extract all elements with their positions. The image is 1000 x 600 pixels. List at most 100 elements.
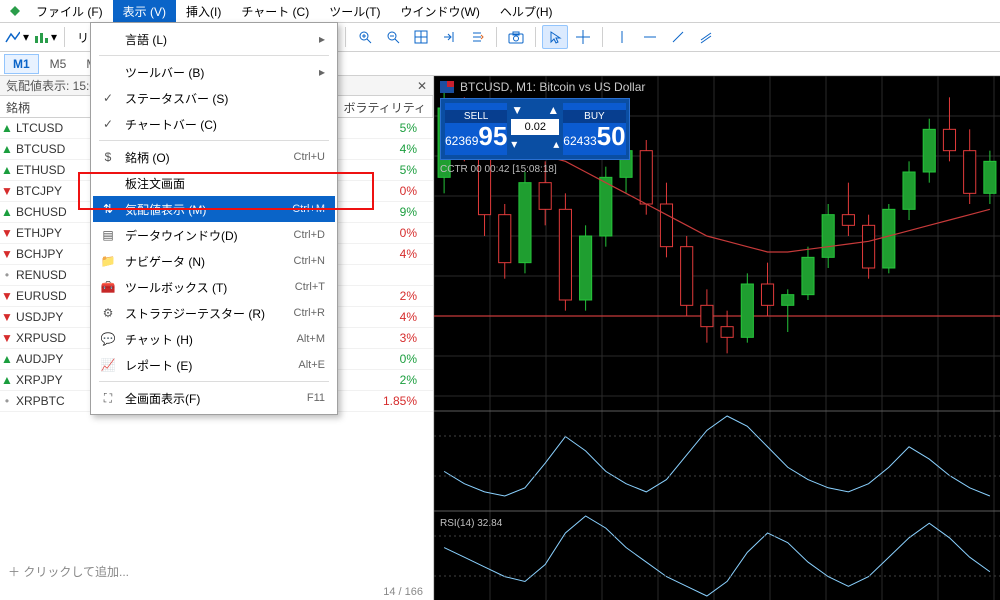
menu-item-label: 言語 (L) [125,31,311,48]
menu-f[interactable]: ファイル (F) [26,0,113,23]
direction-icon: • [0,268,14,282]
hline-icon[interactable] [637,25,663,49]
zoom-out-icon[interactable] [380,25,406,49]
vline-icon[interactable] [609,25,635,49]
cursor-icon[interactable] [542,25,568,49]
shortcut: Alt+M [297,333,325,345]
buy-button[interactable]: BUY 6243350 [563,103,625,155]
menu-item[interactable]: 💬 チャット (H) Alt+M [93,326,335,352]
direction-icon: ▼ [0,331,14,345]
menu-w[interactable]: ウインドウ(W) [391,0,490,23]
report-icon: 📈 [99,358,117,372]
timeframe-m1[interactable]: M1 [4,54,39,74]
sell-button[interactable]: SELL 6236995 [445,103,507,155]
menu-item-label: 気配値表示 (M) [125,201,284,218]
menu-item-label: ツールボックス (T) [125,279,287,296]
direction-icon: ▲ [0,163,14,177]
menu-item[interactable]: 🧰 ツールボックス (T) Ctrl+T [93,274,335,300]
direction-icon: ▲ [0,373,14,387]
menu-c[interactable]: チャート (C) [231,0,319,23]
svg-text:RSI(14) 32.84: RSI(14) 32.84 [440,518,503,529]
market-watch-title-text: 気配値表示: 15:0 [6,77,96,94]
shortcut: Ctrl+U [294,151,325,163]
direction-icon: ▼ [0,184,14,198]
direction-icon: ▼ [0,226,14,240]
direction-icon: ▼ [0,247,14,261]
submenu-arrow-icon: ▸ [319,32,325,46]
zoom-in-icon[interactable] [352,25,378,49]
chart-area[interactable]: BTCUSD, M1: Bitcoin vs US Dollar SELL 62… [434,76,1000,600]
shortcut: F11 [307,392,325,404]
menu-item[interactable]: ⇅ 気配値表示 (M) Ctrl+M [93,196,335,222]
direction-icon: ▲ [0,142,14,156]
direction-icon: ▼ [0,310,14,324]
shortcut: Alt+E [298,359,325,371]
line-chart-icon[interactable]: ▾ [4,25,30,49]
menu-item[interactable]: ✓ チャートバー (C) [93,111,335,137]
menu-item[interactable]: 📈 レポート (E) Alt+E [93,352,335,378]
menu-item[interactable]: ツールバー (B) ▸ [93,59,335,85]
app-icon [6,4,24,18]
chart-flag-icon [440,81,454,93]
menu-item[interactable]: 板注文画面 [93,170,335,196]
symbol-icon: $ [99,150,117,164]
camera-icon[interactable] [503,25,529,49]
add-symbol-row[interactable]: ＋ クリックして追加... [0,559,433,584]
menu-h[interactable]: ヘルプ(H) [490,0,563,23]
menu-v[interactable]: 表示 (V) [113,0,176,23]
menu-item-label: 銘柄 (O) [125,149,286,166]
shortcut: Ctrl+R [294,307,325,319]
crosshair-icon[interactable] [570,25,596,49]
close-icon[interactable]: ✕ [417,79,427,93]
direction-icon: • [0,394,14,408]
menu-item-label: ナビゲータ (N) [125,253,286,270]
indicator-label: CCTR 00 00:42 [15:08:18] [440,164,557,175]
chart-title: BTCUSD, M1: Bitcoin vs US Dollar [440,80,645,94]
menu-item[interactable]: 言語 (L) ▸ [93,26,335,52]
shortcut: Ctrl+D [294,229,325,241]
menu-item[interactable]: ⛶ 全画面表示(F) F11 [93,385,335,411]
data-icon: ▤ [99,228,117,242]
menu-item-label: レポート (E) [125,357,290,374]
submenu-arrow-icon: ▸ [319,65,325,79]
menu-item-label: 板注文画面 [125,175,325,192]
menu-item-label: チャット (H) [125,331,289,348]
menu-item[interactable]: ▤ データウインドウ(D) Ctrl+D [93,222,335,248]
menu-item-label: 全画面表示(F) [125,390,299,407]
chat-icon: 💬 [99,332,117,346]
bar-chart-icon[interactable]: ▾ [32,25,58,49]
menu-item-label: ツールバー (B) [125,64,311,81]
volume-stepper[interactable]: ▼▲ 0.02 ▾▴ [511,103,559,155]
menu-item-label: データウインドウ(D) [125,227,286,244]
direction-icon: ▲ [0,205,14,219]
direction-icon: ▼ [0,289,14,303]
trendline-icon[interactable] [665,25,691,49]
autoscroll-icon[interactable] [464,25,490,49]
tester-icon: ⚙ [99,306,117,320]
fullscreen-icon: ⛶ [99,391,117,406]
menubar: ファイル (F)表示 (V)挿入(I)チャート (C)ツール(T)ウインドウ(W… [0,0,1000,22]
menu-item[interactable]: ✓ ステータスバー (S) [93,85,335,111]
menu-item-label: ストラテジーテスター (R) [125,305,286,322]
menu-item-label: チャートバー (C) [125,116,325,133]
grid-icon[interactable] [408,25,434,49]
shortcut: Ctrl+T [295,281,325,293]
blank-icon: ✓ [99,91,117,105]
shortcut: Ctrl+M [292,203,325,215]
toolbox-icon: 🧰 [99,280,117,294]
menu-item[interactable]: $ 銘柄 (O) Ctrl+U [93,144,335,170]
menu-item[interactable]: 📁 ナビゲータ (N) Ctrl+N [93,248,335,274]
view-menu-dropdown: 言語 (L) ▸ ツールバー (B) ▸✓ ステータスバー (S) ✓ チャート… [90,22,338,415]
blank-icon: ✓ [99,117,117,131]
shortcut: Ctrl+N [294,255,325,267]
menu-i[interactable]: 挿入(I) [176,0,231,23]
menu-item[interactable]: ⚙ ストラテジーテスター (R) Ctrl+R [93,300,335,326]
shift-icon[interactable] [436,25,462,49]
quotes-icon: ⇅ [99,202,117,216]
menu-t[interactable]: ツール(T) [319,0,390,23]
menu-item-label: ステータスバー (S) [125,90,325,107]
tick-panel: SELL 6236995 ▼▲ 0.02 ▾▴ BUY 6243350 [440,98,630,160]
direction-icon: ▲ [0,352,14,366]
channel-icon[interactable] [693,25,719,49]
timeframe-m5[interactable]: M5 [41,54,76,74]
